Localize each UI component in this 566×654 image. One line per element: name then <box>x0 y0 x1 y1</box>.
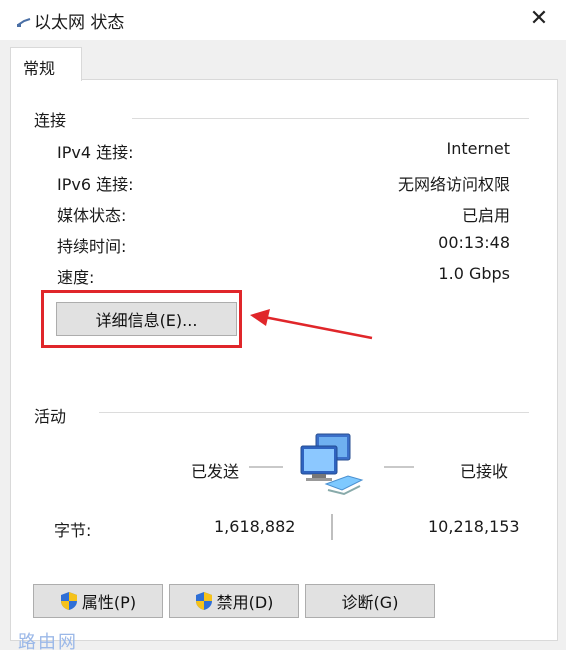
duration-value: 00:13:48 <box>438 233 510 252</box>
title-bar: 以太网 状态 ✕ <box>0 0 566 40</box>
speed-label: 速度: <box>57 268 95 287</box>
activity-section-title: 活动 <box>34 407 67 426</box>
connection-divider <box>132 118 529 119</box>
disable-button[interactable]: 禁用(D) <box>169 584 299 618</box>
network-computers-icon <box>300 433 364 496</box>
tab-general[interactable]: 常规 <box>10 47 82 81</box>
properties-button-label: 属性(P) <box>81 593 137 612</box>
media-state-value: 已启用 <box>461 206 510 225</box>
received-label: 已接收 <box>460 462 509 481</box>
disable-button-label: 禁用(D) <box>216 593 274 612</box>
media-state-label: 媒体状态: <box>57 206 127 225</box>
ipv4-label: IPv4 连接: <box>57 143 134 162</box>
bytes-label: 字节: <box>54 521 92 540</box>
annotation-arrow-icon <box>250 309 373 340</box>
ipv6-label: IPv6 连接: <box>57 175 134 194</box>
uac-shield-icon <box>60 592 77 610</box>
connection-section-title: 连接 <box>34 111 67 130</box>
sent-dash <box>249 466 283 468</box>
diagnose-button-label: 诊断(G) <box>341 593 399 612</box>
sent-label: 已发送 <box>191 462 240 481</box>
tab-general-label: 常规 <box>23 59 56 78</box>
close-button[interactable]: ✕ <box>522 4 556 34</box>
bytes-separator <box>331 514 333 540</box>
watermark: 路由网 <box>18 632 78 653</box>
received-dash <box>384 466 414 468</box>
activity-divider <box>99 412 529 413</box>
ipv6-value: 无网络访问权限 <box>397 175 510 194</box>
general-panel <box>10 79 558 641</box>
network-cable-icon <box>17 18 31 27</box>
properties-button[interactable]: 属性(P) <box>33 584 163 618</box>
bytes-received-value: 10,218,153 <box>428 517 520 536</box>
uac-shield-icon <box>195 592 212 610</box>
window-title: 以太网 状态 <box>34 13 125 33</box>
ipv4-value: Internet <box>446 139 510 158</box>
diagnose-button[interactable]: 诊断(G) <box>305 584 435 618</box>
close-icon: ✕ <box>529 6 549 31</box>
duration-label: 持续时间: <box>57 237 127 256</box>
bytes-sent-value: 1,618,882 <box>214 517 296 536</box>
highlight-box <box>41 290 242 348</box>
speed-value: 1.0 Gbps <box>438 264 510 283</box>
